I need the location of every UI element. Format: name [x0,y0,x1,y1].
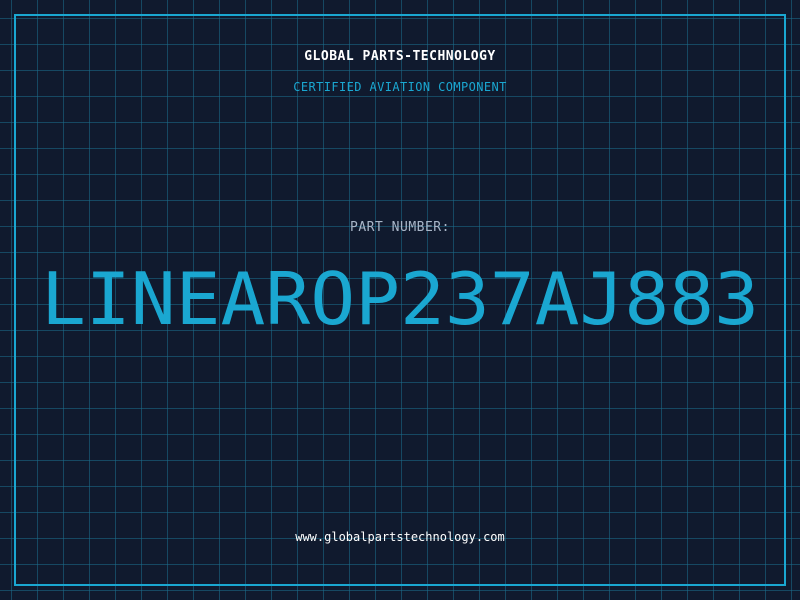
part-number-svg: LINEAROP237AJ883 [41,257,759,341]
website-link[interactable]: www.globalpartstechnology.com [0,530,800,544]
certification-subtitle: CERTIFIED AVIATION COMPONENT [293,80,507,94]
certificate-card: GLOBAL PARTS-TECHNOLOGY CERTIFIED AVIATI… [0,0,800,600]
part-number-label: PART NUMBER: [350,220,450,235]
part-number-display: LINEAROP237AJ883 [0,256,800,346]
company-name: GLOBAL PARTS-TECHNOLOGY [304,49,496,64]
part-number-value: LINEAROP237AJ883 [41,257,759,341]
